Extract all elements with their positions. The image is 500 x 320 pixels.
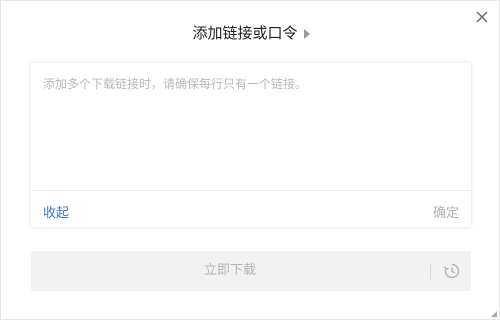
divider — [430, 263, 431, 279]
resize-grip-icon[interactable] — [491, 311, 497, 317]
confirm-button[interactable]: 确定 — [433, 202, 459, 221]
collapse-button[interactable]: 收起 — [43, 202, 69, 221]
divider — [31, 190, 471, 191]
link-input[interactable] — [31, 63, 471, 190]
triangle-right-icon[interactable] — [303, 28, 310, 39]
download-now-button[interactable]: 立即下载 — [31, 251, 429, 291]
dialog-title: 添加链接或口令 — [192, 24, 298, 42]
download-bar: 立即下载 — [31, 251, 471, 291]
add-link-dialog: 添加链接或口令 收起 确定 立即下载 — [0, 0, 500, 320]
link-input-card: 收起 确定 — [31, 63, 471, 227]
dialog-title-row: 添加链接或口令 — [1, 23, 500, 43]
close-icon[interactable] — [475, 9, 489, 23]
clock-icon[interactable] — [443, 262, 461, 280]
